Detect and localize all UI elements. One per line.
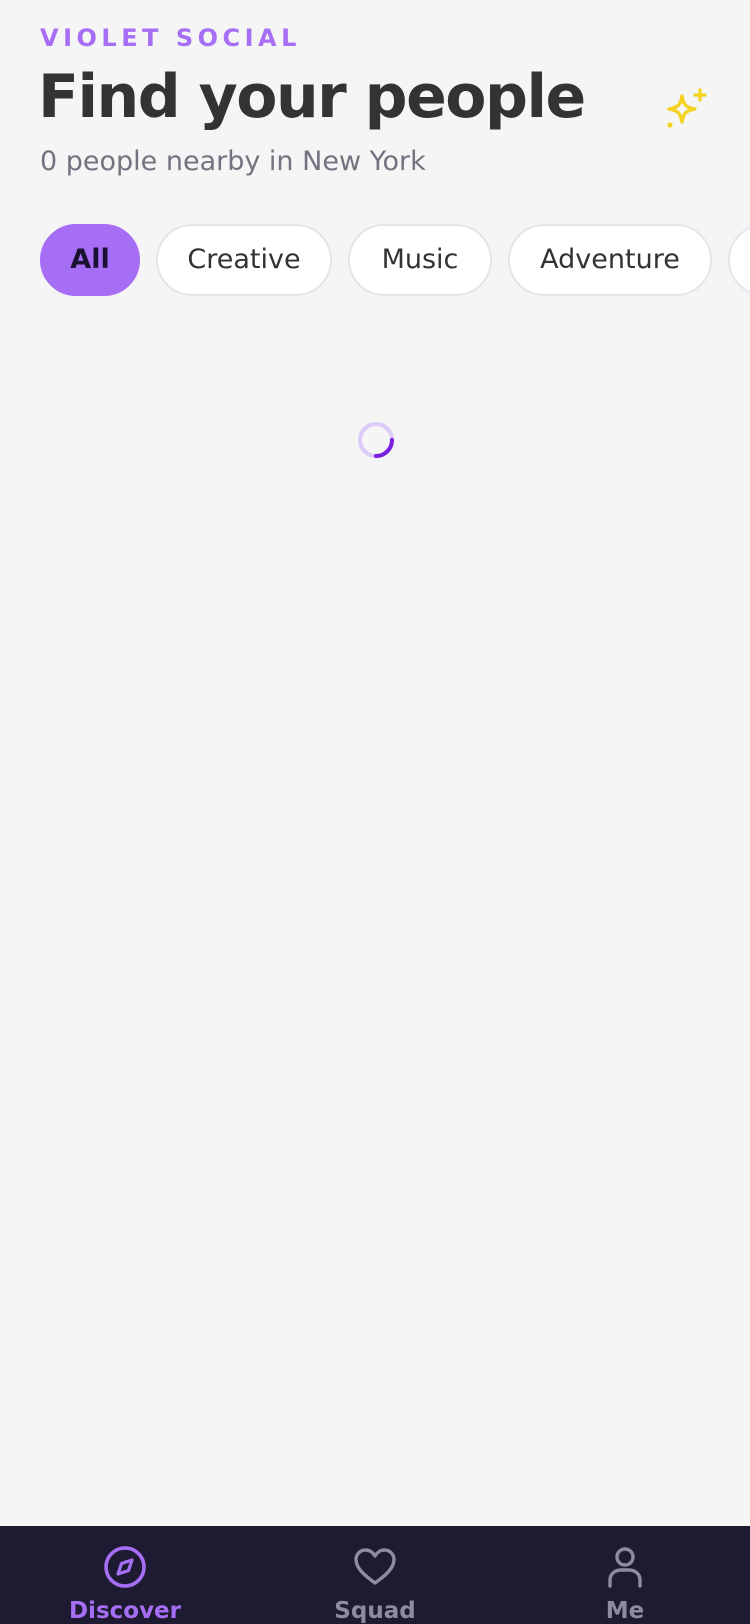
filter-chip-creative[interactable]: Creative bbox=[156, 224, 332, 296]
tab-me[interactable]: Me bbox=[500, 1526, 750, 1624]
compass-icon bbox=[104, 1546, 146, 1588]
heart-icon bbox=[354, 1548, 396, 1585]
bottom-tab-bar: Discover Squad Me bbox=[0, 1526, 750, 1624]
category-filter-bar: All Creative Music Adventure bbox=[40, 224, 750, 302]
filter-chip-music[interactable]: Music bbox=[348, 224, 492, 296]
tab-label: Discover bbox=[68, 1598, 182, 1624]
sparkle-icon[interactable] bbox=[662, 88, 710, 136]
page-title: Find your people bbox=[38, 62, 586, 132]
person-icon bbox=[608, 1547, 642, 1588]
nearby-count-subtitle: 0 people nearby in New York bbox=[40, 146, 426, 177]
tab-label: Me bbox=[605, 1598, 645, 1624]
tab-label: Squad bbox=[334, 1598, 416, 1624]
filter-chip-adventure[interactable]: Adventure bbox=[508, 224, 712, 296]
filter-chip-next[interactable] bbox=[728, 224, 750, 296]
tab-discover[interactable]: Discover bbox=[0, 1526, 250, 1624]
loading-spinner-icon bbox=[358, 422, 394, 458]
filter-chip-all[interactable]: All bbox=[40, 224, 140, 296]
brand-label: VIOLET SOCIAL bbox=[40, 24, 301, 52]
tab-squad[interactable]: Squad bbox=[250, 1526, 500, 1624]
